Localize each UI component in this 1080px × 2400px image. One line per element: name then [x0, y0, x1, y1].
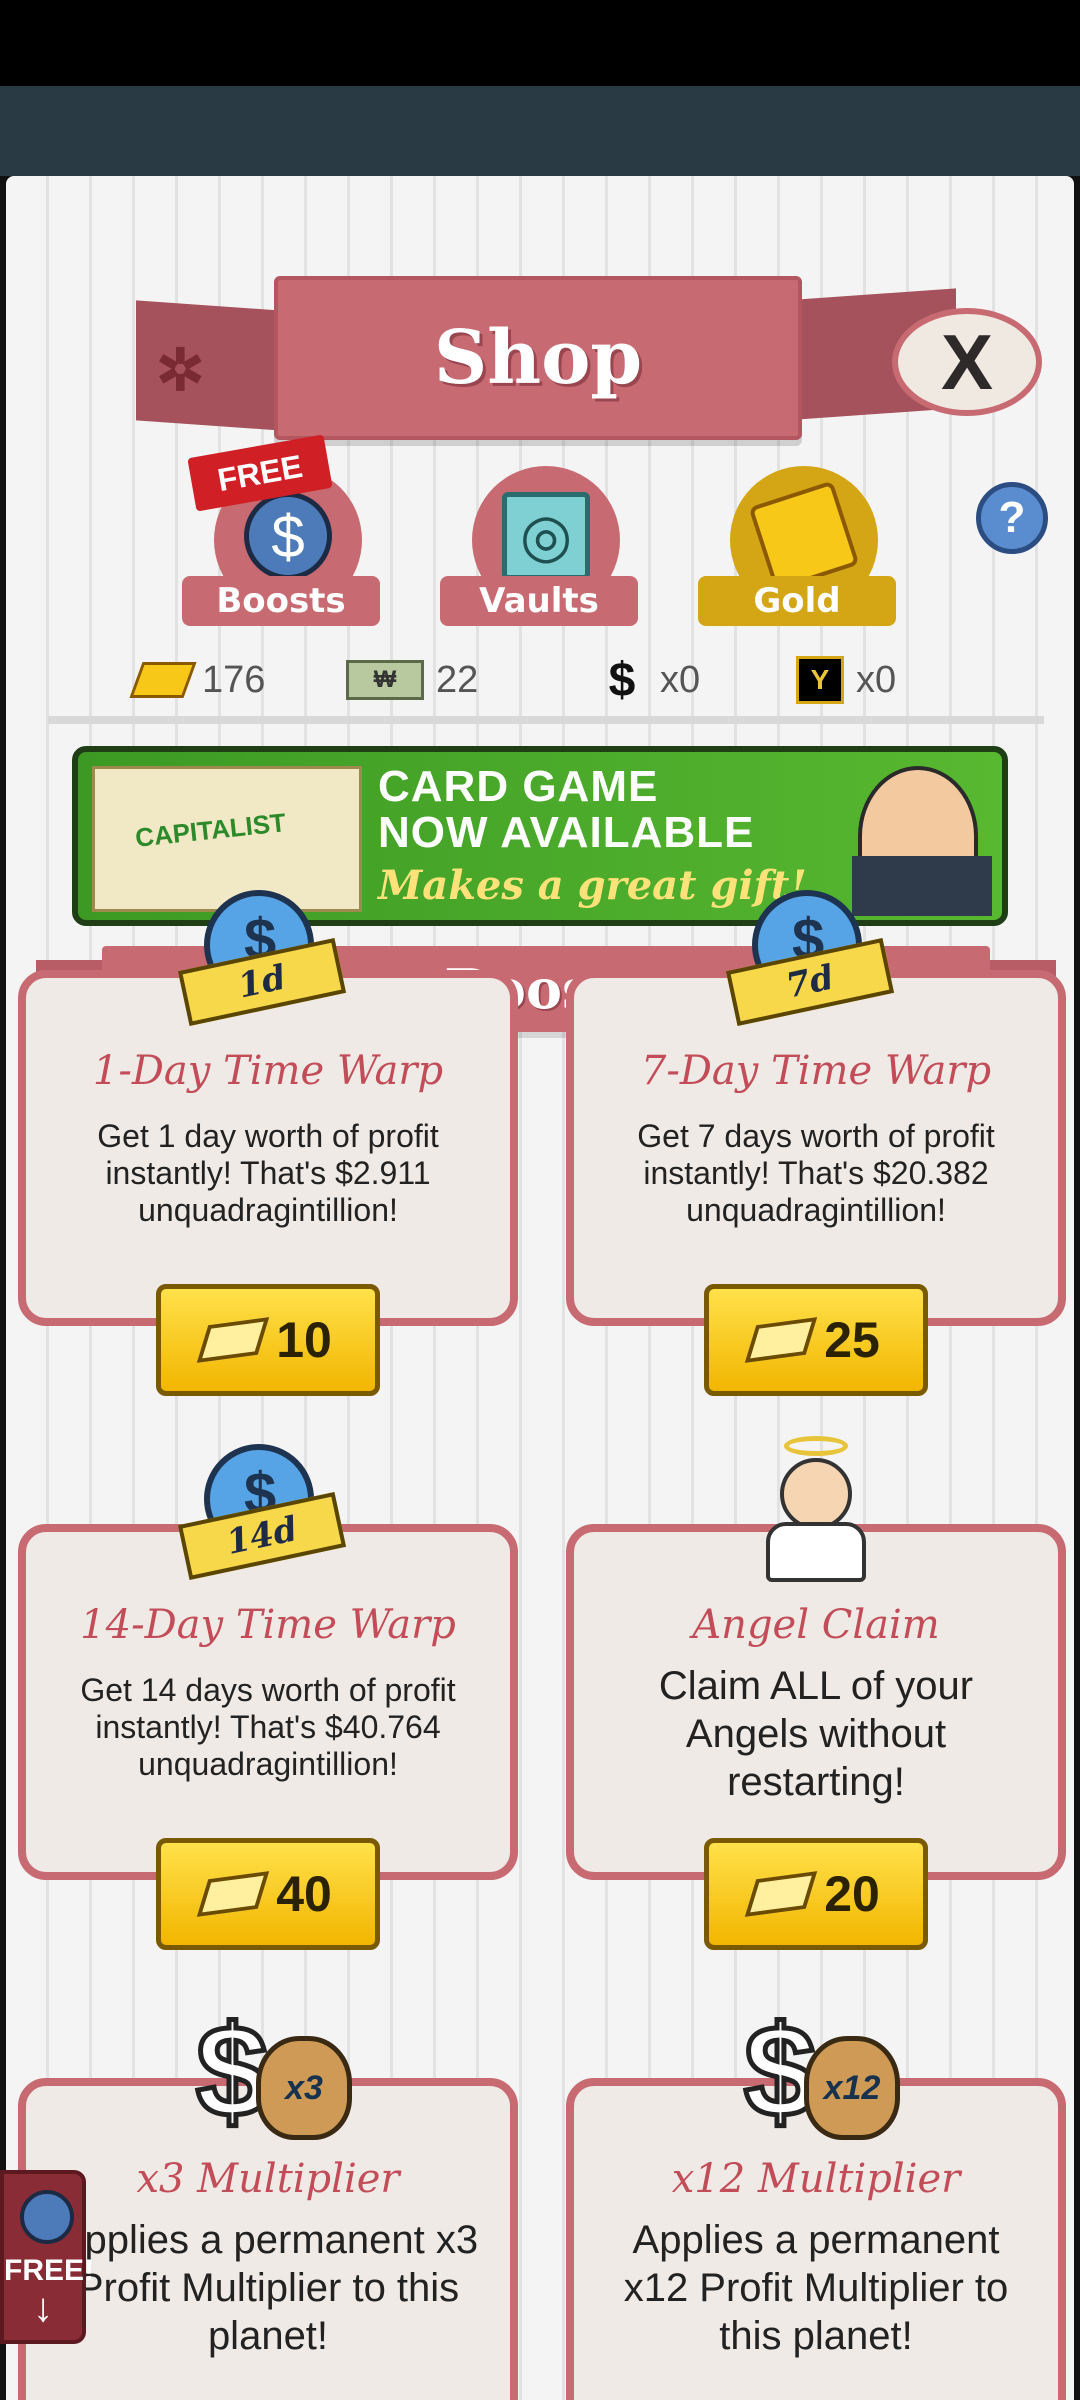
stopwatch-icon: $	[244, 492, 332, 580]
vault-icon: ◎	[502, 492, 590, 580]
gold-icon	[129, 662, 197, 698]
multiplier-x3-icon: $ x3	[176, 1996, 352, 2147]
buy-button-1-day[interactable]: 10	[156, 1284, 380, 1396]
tab-vaults[interactable]: ◎ Vaults	[440, 466, 640, 636]
gold-balance: 176	[129, 650, 266, 710]
microsoft-icon: Y	[796, 656, 844, 704]
item-name: 1-Day Time Warp	[92, 1048, 444, 1094]
promo-line-1: CARD GAME	[378, 762, 659, 811]
gold-count: 176	[202, 658, 266, 701]
item-description: Applies a permanent x12 Profit Multiplie…	[623, 2218, 1009, 2358]
promo-line-2: NOW AVAILABLE	[378, 808, 755, 857]
page-title: Shop	[433, 315, 643, 401]
price-label: 10	[276, 1312, 332, 1368]
multiplier-count: x0	[660, 658, 701, 701]
tab-label: Gold	[698, 576, 896, 626]
angel-figure	[766, 1436, 866, 1582]
megabucks-icon: ₩	[346, 660, 424, 700]
bag-label: x3	[256, 2036, 352, 2140]
down-arrow-icon: ↓	[33, 2286, 53, 2330]
price-label: 40	[276, 1866, 332, 1922]
angel-icon	[736, 1426, 896, 1582]
time-warp-7d-icon: 7d	[725, 876, 895, 1027]
item-name: x12 Multiplier	[671, 2156, 961, 2202]
time-warp-1d-icon: 1d	[177, 876, 347, 1027]
multiplier-x12-icon: $ x12	[724, 1996, 900, 2147]
gold-icon	[744, 1317, 818, 1363]
item-description: Applies a permanent x3 Profit Multiplier…	[57, 2218, 479, 2358]
price-label: 20	[824, 1866, 880, 1922]
item-description: Get 14 days worth of profit instantly! T…	[80, 1672, 456, 1782]
halo-icon	[784, 1436, 848, 1456]
tab-gold[interactable]: Gold	[698, 466, 898, 636]
stopwatch-icon	[20, 2190, 74, 2244]
gold-icon	[196, 1871, 270, 1917]
buy-button-14-day[interactable]: 40	[156, 1838, 380, 1950]
megabucks-balance: ₩ 22	[346, 650, 478, 710]
divider	[48, 716, 1044, 724]
angel-robe	[766, 1522, 866, 1582]
free-boost-button[interactable]: FREE! ↓	[0, 2170, 94, 2344]
shop-panel: ✲ ✲ Shop X $ Boosts FREE ◎ Vaults Gold ?…	[6, 176, 1074, 2400]
item-description: Get 1 day worth of profit instantly! Tha…	[97, 1118, 439, 1228]
angel-face	[780, 1458, 852, 1530]
box-brand: CAPITALIST	[133, 807, 288, 853]
status-bar	[0, 0, 1080, 86]
bag-label: x12	[804, 2036, 900, 2140]
price-label: 25	[824, 1312, 880, 1368]
item-description: Get 7 days worth of profit instantly! Th…	[637, 1118, 995, 1228]
tab-label: Vaults	[440, 576, 638, 626]
item-name: 7-Day Time Warp	[640, 1048, 992, 1094]
item-name: Angel Claim	[692, 1602, 940, 1648]
sparkle-icon: ✲	[156, 338, 205, 403]
money-bag-icon: $ x3	[193, 1996, 352, 2147]
shop-title-banner: Shop	[274, 276, 802, 440]
item-description: Claim ALL of your Angels without restart…	[658, 1664, 974, 1804]
free-label: FREE!	[4, 2254, 94, 2287]
tab-label: Boosts	[182, 576, 380, 626]
time-warp-14d-icon: 14d	[177, 1430, 347, 1581]
microsoft-count: x0	[856, 658, 897, 701]
gold-icon	[196, 1317, 270, 1363]
buy-button-angel-claim[interactable]: 20	[704, 1838, 928, 1950]
help-button[interactable]: ?	[976, 482, 1048, 554]
item-name: 14-Day Time Warp	[80, 1602, 456, 1648]
microsoft-balance: Y x0	[796, 650, 896, 710]
megabucks-count: 22	[436, 658, 479, 701]
multiplier-balance: $ x0	[596, 650, 701, 710]
close-button[interactable]: X	[892, 308, 1042, 416]
money-bag-icon: $ x12	[741, 1996, 900, 2147]
buy-button-7-day[interactable]: 25	[704, 1284, 928, 1396]
gold-icon	[744, 1871, 818, 1917]
money-bag-icon: $	[608, 653, 636, 707]
game-background	[0, 86, 1080, 176]
item-name: x3 Multiplier	[136, 2156, 400, 2202]
